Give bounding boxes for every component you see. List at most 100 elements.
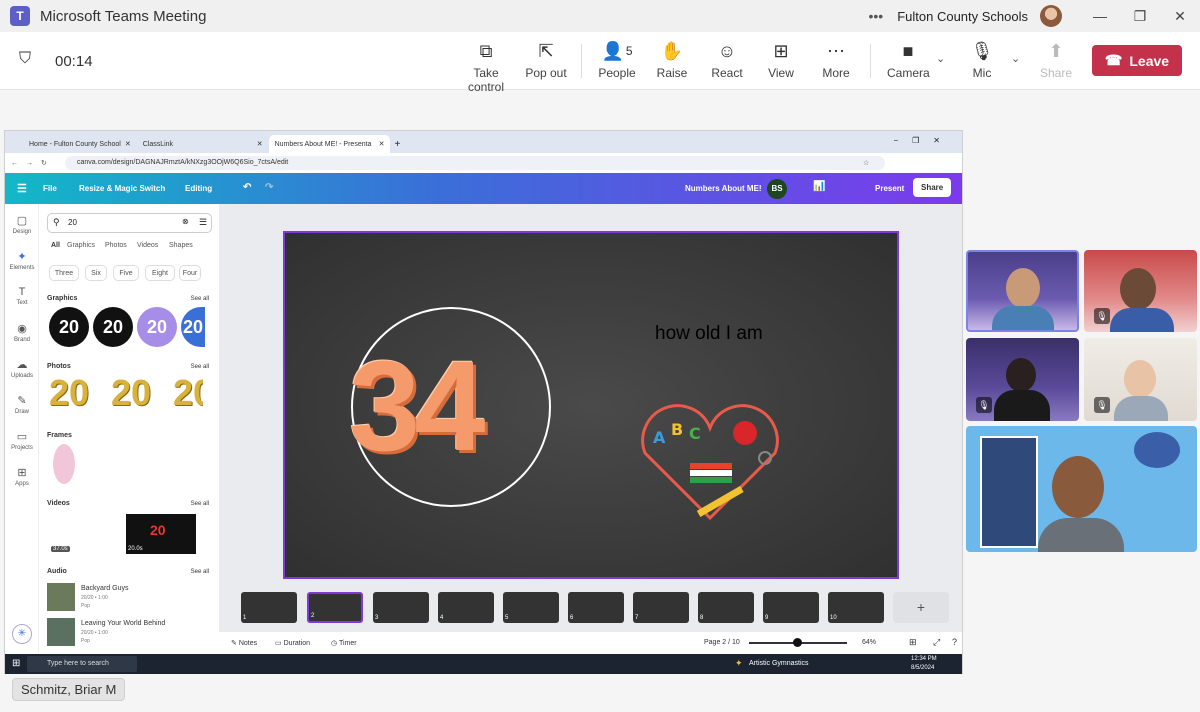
grid-view-icon[interactable]: ⊞ <box>909 637 917 648</box>
windows-start-icon[interactable]: ⊞ <box>12 658 20 669</box>
rail-brand[interactable]: ◉ Brand <box>5 322 39 343</box>
slide-thumbnail[interactable]: 10 <box>828 592 884 623</box>
browser-tab-canva[interactable]: Numbers About ME! - Presenta ✕ <box>268 135 391 153</box>
help-icon[interactable]: ? <box>952 637 957 647</box>
slide-thumbnail[interactable]: 1 <box>241 592 297 623</box>
undo-icon[interactable]: ↶ <box>243 182 251 193</box>
camera-button[interactable]: ■ Camera <box>887 40 930 81</box>
raise-hand-button[interactable]: ✋ Raise <box>655 40 689 81</box>
rail-uploads[interactable]: ☁ Uploads <box>5 358 39 379</box>
reload-icon[interactable]: ↻ <box>41 159 47 167</box>
tab-all[interactable]: All <box>51 242 60 249</box>
rail-design[interactable]: ▢ Design <box>5 214 39 235</box>
url-field[interactable]: canva.com/design/DAGNAJRmztA/kNXzg3OOjW6… <box>65 156 885 170</box>
present-button[interactable]: Present <box>875 184 904 193</box>
audio-see-all[interactable]: See all <box>191 569 209 575</box>
rail-draw[interactable]: ✎ Draw <box>5 394 39 415</box>
magic-assistant-icon[interactable]: ✳ <box>12 624 32 644</box>
rail-text[interactable]: T Text <box>5 286 39 306</box>
rail-projects[interactable]: ▭ Projects <box>5 430 39 451</box>
slide-thumbnail[interactable]: 6 <box>568 592 624 623</box>
zoom-slider-handle[interactable] <box>793 638 802 647</box>
video-item[interactable]: 20 20.0s <box>126 514 196 554</box>
photo-item[interactable]: 20 <box>49 372 89 414</box>
taskbar-search-input[interactable]: Type here to search <box>27 656 137 672</box>
participant-video-tile[interactable] <box>966 250 1079 332</box>
participant-video-tile[interactable]: 🎙 <box>1084 250 1197 332</box>
react-button[interactable]: ☺ React <box>710 40 744 81</box>
new-tab-icon[interactable]: + <box>394 139 400 150</box>
rail-elements[interactable]: ✦ Elements <box>5 250 39 271</box>
fullscreen-icon[interactable]: ⤢ <box>933 637 940 648</box>
timer-button[interactable]: ◷ Timer <box>331 639 357 647</box>
slide-thumbnail[interactable]: 3 <box>373 592 429 623</box>
photos-see-all[interactable]: See all <box>191 364 209 370</box>
share-button[interactable]: ⬆ Share <box>1040 40 1072 81</box>
suggestion-pill[interactable]: Five <box>113 265 139 281</box>
slide-thumbnail[interactable]: 8 <box>698 592 754 623</box>
zoom-slider[interactable] <box>749 638 847 647</box>
mic-options-chevron-icon[interactable]: ⌄ <box>1011 52 1020 65</box>
insights-icon[interactable]: 📊 <box>813 181 825 192</box>
take-control-button[interactable]: ⧉ Take control <box>455 40 517 95</box>
graphic-item[interactable]: 20 <box>49 307 89 347</box>
slide-thumbnail[interactable]: 7 <box>633 592 689 623</box>
shared-screen[interactable]: Home - Fulton County School ✕ ClassLink ✕ … <box>4 130 963 674</box>
restore-icon[interactable]: ❐ <box>1120 8 1160 25</box>
graphic-item[interactable]: 20 <box>181 307 205 347</box>
tab-shapes[interactable]: Shapes <box>169 242 193 249</box>
suggestion-pill[interactable]: Eight <box>145 265 175 281</box>
slide-canvas[interactable]: 34 how old I am A B C <box>283 231 899 579</box>
design-title[interactable]: Numbers About ME! <box>685 184 762 193</box>
audio-item[interactable]: Backyard Guys 20/20 • 1:00 Pop <box>47 583 207 613</box>
tab-graphics[interactable]: Graphics <box>67 242 95 249</box>
more-button[interactable]: ⋯ More <box>820 40 852 81</box>
collaborator-avatar[interactable]: BS <box>767 179 787 199</box>
tab-photos[interactable]: Photos <box>105 242 127 249</box>
participant-video-tile[interactable]: 🎙 <box>1084 338 1197 421</box>
close-icon[interactable]: ✕ <box>1160 8 1200 25</box>
minimize-icon[interactable]: — <box>1080 8 1120 24</box>
people-button[interactable]: 👤 5 People <box>597 40 637 81</box>
browser-tab-home[interactable]: Home - Fulton County School ✕ <box>23 135 137 153</box>
suggestion-pill[interactable]: Four <box>179 265 201 281</box>
suggestion-pill[interactable]: Three <box>49 265 79 281</box>
slide-thumbnail[interactable]: 2 <box>307 592 363 623</box>
rail-apps[interactable]: ⊞ Apps <box>5 466 39 487</box>
canva-share-button[interactable]: Share <box>913 178 952 197</box>
back-icon[interactable]: ← <box>11 160 18 167</box>
audio-item[interactable]: Leaving Your World Behind 20/20 • 1:00 P… <box>47 618 207 648</box>
taskbar-weather-text[interactable]: Artistic Gymnastics <box>749 660 809 667</box>
resize-magic-switch-button[interactable]: Resize & Magic Switch <box>79 184 165 193</box>
clear-search-icon[interactable]: ⊗ <box>182 217 189 226</box>
videos-see-all[interactable]: See all <box>191 501 209 507</box>
graphic-item[interactable]: 20 <box>137 307 177 347</box>
graphic-item[interactable]: 20 <box>93 307 133 347</box>
bunny-frame-item[interactable] <box>53 444 75 484</box>
more-options-icon[interactable]: ••• <box>868 8 883 24</box>
slide-caption[interactable]: how old I am <box>655 323 763 345</box>
slide-thumbnail[interactable]: 5 <box>503 592 559 623</box>
camera-options-chevron-icon[interactable]: ⌄ <box>936 52 945 65</box>
participant-video-tile[interactable]: 🎙 <box>966 338 1079 421</box>
view-button[interactable]: ⊞ View <box>766 40 796 81</box>
slide-thumbnail[interactable]: 9 <box>763 592 819 623</box>
video-item[interactable]: 37.0s <box>49 514 123 554</box>
filter-icon[interactable]: ☰ <box>199 217 207 228</box>
graphics-see-all[interactable]: See all <box>191 296 209 302</box>
duration-button[interactable]: ▭ Duration <box>275 639 310 647</box>
slide-thumbnail[interactable]: 4 <box>438 592 494 623</box>
notes-button[interactable]: ✎ Notes <box>231 639 257 647</box>
add-slide-button[interactable]: + <box>893 592 949 623</box>
photo-item[interactable]: 20 <box>173 372 203 414</box>
leave-button[interactable]: ☎ Leave <box>1092 45 1182 76</box>
school-supplies-heart-graphic[interactable]: A B C <box>635 403 785 523</box>
user-avatar[interactable] <box>1040 5 1062 27</box>
tab-videos[interactable]: Videos <box>137 242 158 249</box>
editing-mode-dropdown[interactable]: Editing <box>185 184 212 193</box>
mic-button[interactable]: 🎙 Mic <box>968 40 996 81</box>
browser-tab-classlink[interactable]: ClassLink ✕ <box>137 135 269 153</box>
menu-icon[interactable]: ☰ <box>17 182 27 195</box>
suggestion-pill[interactable]: Six <box>85 265 107 281</box>
forward-icon[interactable]: → <box>26 160 33 167</box>
